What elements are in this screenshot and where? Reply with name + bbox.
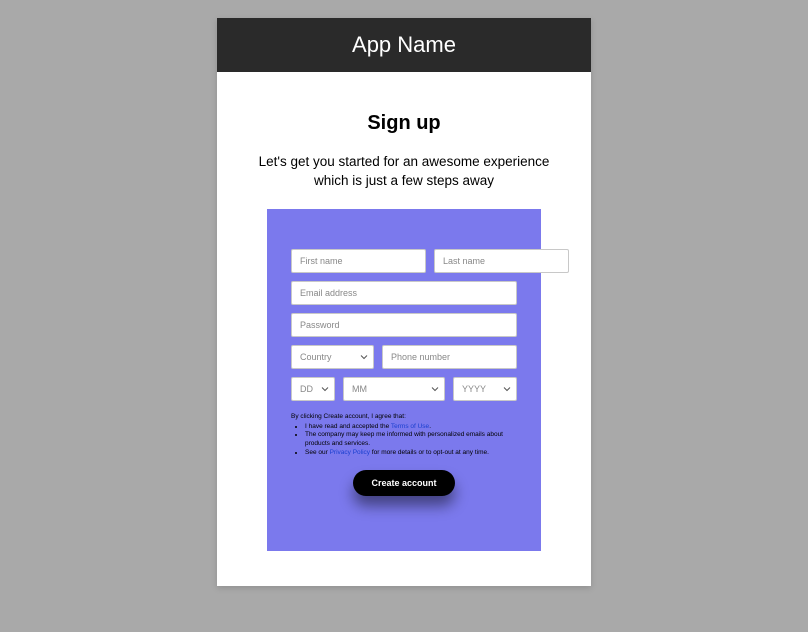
legal-intro: By clicking Create account, I agree that… <box>291 413 406 420</box>
dob-year-value[interactable] <box>453 377 517 401</box>
dob-day-select[interactable] <box>291 377 335 401</box>
legal-item-marketing: The company may keep me informed with pe… <box>305 431 517 449</box>
legal-item3-suffix: for more details or to opt-out at any ti… <box>370 449 489 456</box>
email-input[interactable] <box>291 281 517 305</box>
app-window: App Name Sign up Let's get you started f… <box>217 18 591 586</box>
legal-item-privacy: See our Privacy Policy for more details … <box>305 449 517 458</box>
privacy-policy-link[interactable]: Privacy Policy <box>330 449 370 456</box>
first-name-input[interactable] <box>291 249 426 273</box>
signup-form-card: By clicking Create account, I agree that… <box>267 209 541 551</box>
app-title: App Name <box>352 32 456 57</box>
dob-month-value[interactable] <box>343 377 445 401</box>
dob-year-select[interactable] <box>453 377 517 401</box>
app-header: App Name <box>217 18 591 72</box>
content-area: Sign up Let's get you started for an awe… <box>217 72 591 586</box>
page-subtitle: Let's get you started for an awesome exp… <box>237 153 571 191</box>
legal-text: By clicking Create account, I agree that… <box>291 413 517 458</box>
last-name-input[interactable] <box>434 249 569 273</box>
page-title: Sign up <box>237 112 571 135</box>
dob-day-value[interactable] <box>291 377 335 401</box>
legal-item1-suffix: . <box>429 423 431 430</box>
password-input[interactable] <box>291 313 517 337</box>
country-select-value[interactable] <box>291 345 374 369</box>
dob-month-select[interactable] <box>343 377 445 401</box>
subtitle-line-2: which is just a few steps away <box>314 173 494 188</box>
country-select[interactable] <box>291 345 374 369</box>
phone-input[interactable] <box>382 345 517 369</box>
legal-item-terms: I have read and accepted the Terms of Us… <box>305 423 517 432</box>
subtitle-line-1: Let's get you started for an awesome exp… <box>259 154 550 169</box>
legal-item3-prefix: See our <box>305 449 330 456</box>
legal-item1-prefix: I have read and accepted the <box>305 423 391 430</box>
terms-of-use-link[interactable]: Terms of Use <box>391 423 429 430</box>
create-account-button[interactable]: Create account <box>353 470 454 496</box>
